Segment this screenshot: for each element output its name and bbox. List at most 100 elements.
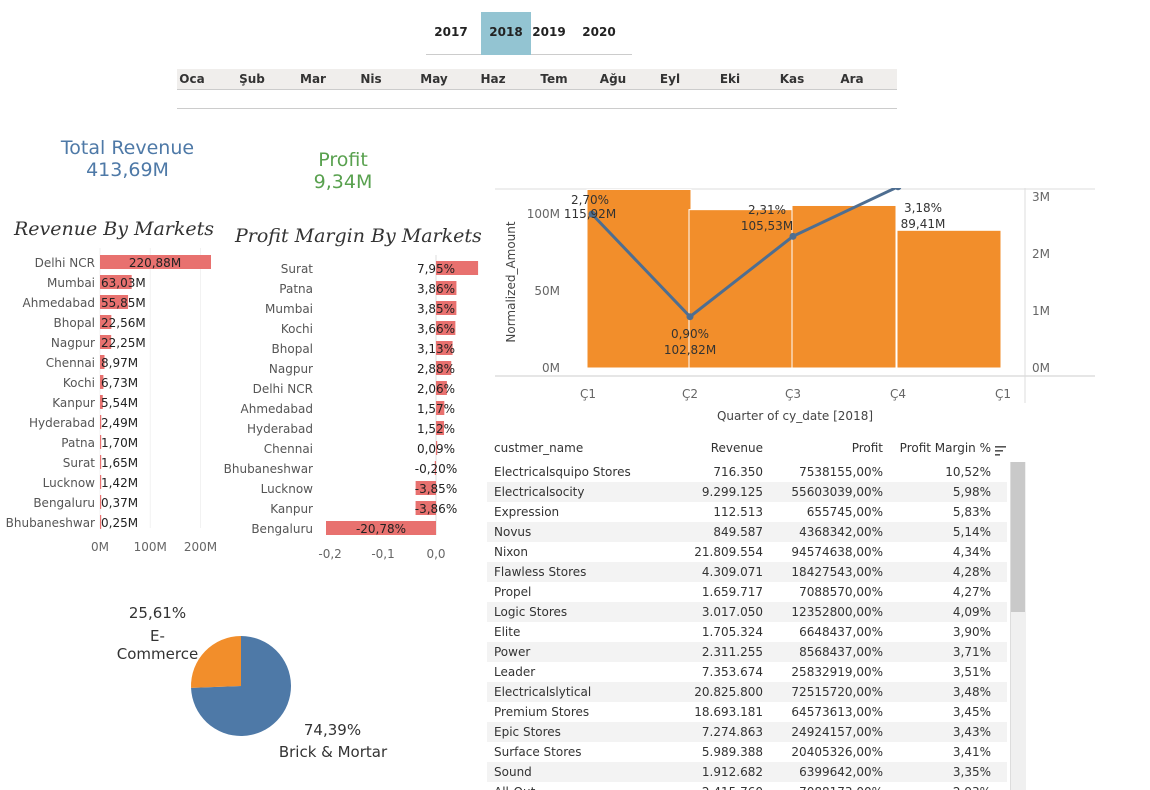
market-label: Chennai — [264, 442, 313, 456]
cell-profit: 7088570,00% — [799, 585, 883, 599]
month-item[interactable]: Tem — [524, 69, 584, 90]
value-label: 1,65M — [101, 456, 138, 470]
margin-label: 2,31% — [748, 203, 786, 217]
table-row[interactable]: Power 2.311.255 8568437,00% 3,71% — [487, 642, 1007, 662]
cell-revenue: 20.825.800 — [694, 685, 763, 699]
table-row[interactable]: Logic Stores 3.017.050 12352800,00% 4,09% — [487, 602, 1007, 622]
cell-profit-margin: 4,27% — [952, 585, 991, 599]
col-header-name[interactable]: custmer_name — [494, 441, 583, 455]
cell-profit: 7088173,00% — [799, 782, 883, 790]
cell-profit-margin: 3,45% — [952, 705, 991, 719]
cell-revenue: 5.989.388 — [701, 745, 763, 759]
col-header-profit[interactable]: Profit — [852, 441, 883, 455]
table-row[interactable]: Leader 7.353.674 25832919,00% 3,51% — [487, 662, 1007, 682]
kpi-value: 413,69M — [86, 159, 169, 181]
cell-customer-name: Propel — [494, 585, 532, 599]
value-label: 1,70M — [101, 436, 138, 450]
sort-icon[interactable] — [994, 444, 1007, 457]
market-label: Patna — [279, 282, 313, 296]
cell-customer-name: Electricalslytical — [494, 685, 592, 699]
value-label: -3,86% — [415, 502, 457, 516]
month-item[interactable]: Haz — [463, 69, 523, 90]
year-2019[interactable]: 2019 — [524, 12, 574, 55]
month-item[interactable]: Eyl — [640, 69, 700, 90]
market-label: Delhi NCR — [253, 382, 313, 396]
value-label: -0,20% — [415, 462, 457, 476]
x-tick-label: Ç2 — [682, 387, 698, 401]
table-row[interactable]: Propel 1.659.717 7088570,00% 4,27% — [487, 582, 1007, 602]
year-2020[interactable]: 2020 — [574, 12, 624, 55]
amount-label: 102,82M — [664, 343, 716, 357]
x-axis-title: Quarter of cy_date [2018] — [717, 409, 873, 423]
cell-customer-name: Logic Stores — [494, 605, 568, 619]
value-label: -20,78% — [356, 522, 406, 536]
market-label: Nagpur — [51, 336, 95, 350]
cell-revenue: 18.693.181 — [694, 705, 763, 719]
market-label: Lucknow — [261, 482, 314, 496]
channel-pie-chart — [191, 636, 291, 736]
y-tick-label: 0M — [542, 361, 560, 375]
kpi-value: 9,34M — [313, 171, 373, 193]
month-item[interactable]: Mar — [283, 69, 343, 90]
cell-profit-margin: 3,35% — [952, 765, 991, 779]
margin-label: 2,70% — [571, 193, 609, 207]
market-label: Bhubaneshwar — [6, 516, 95, 530]
value-label: 3,13% — [417, 342, 455, 356]
month-item[interactable]: Eki — [700, 69, 760, 90]
market-label: Ahmedabad — [241, 402, 313, 416]
tick-label: -0,2 — [318, 547, 341, 561]
table-row[interactable]: Nixon 21.809.554 94574638,00% 4,34% — [487, 542, 1007, 562]
table-row[interactable]: Electricalslytical 20.825.800 72515720,00%… — [487, 682, 1007, 702]
month-item[interactable]: Ara — [822, 69, 882, 90]
table-row[interactable]: Electricalsocity 9.299.125 55603039,00% 5,9… — [487, 482, 1007, 502]
margin-point — [686, 313, 694, 321]
cell-profit: 24924157,00% — [791, 725, 883, 739]
table-row[interactable]: Epic Stores 7.274.863 24924157,00% 3,43% — [487, 722, 1007, 742]
month-item[interactable]: Nis — [341, 69, 401, 90]
table-row[interactable]: All-Out 2.415.760 7088173,00% 2,93% — [487, 782, 1007, 790]
table-row[interactable]: Premium Stores 18.693.181 64573613,00% 3,45… — [487, 702, 1007, 722]
market-label: Hyderabad — [29, 416, 95, 430]
table-row[interactable]: Elite 1.705.324 6648437,00% 3,90% — [487, 622, 1007, 642]
month-item[interactable]: Ağu — [583, 69, 643, 90]
kpi-label: Total Revenue — [60, 137, 195, 159]
cell-customer-name: Novus — [494, 525, 532, 539]
y2-tick-label: 0M — [1032, 361, 1050, 375]
y2-tick-label: 3M — [1032, 190, 1050, 204]
table-row[interactable]: Expression 112.513 655745,00% 5,83% — [487, 502, 1007, 522]
month-item[interactable]: Oca — [162, 69, 222, 90]
value-label: 8,97M — [101, 356, 138, 370]
cell-profit: 55603039,00% — [791, 485, 883, 499]
scrollbar-thumb[interactable] — [1011, 462, 1025, 612]
market-label: Kochi — [63, 376, 95, 390]
cell-profit: 655745,00% — [806, 505, 883, 519]
table-row[interactable]: Sound 1.912.682 6399642,00% 3,35% — [487, 762, 1007, 782]
market-label: Mumbai — [47, 276, 95, 290]
market-label: Surat — [63, 456, 96, 470]
quarter-bar — [896, 229, 1002, 369]
table-row[interactable]: Flawless Stores 4.309.071 18427543,00% 4,28… — [487, 562, 1007, 582]
cell-profit-margin: 3,41% — [952, 745, 991, 759]
cell-profit-margin: 3,48% — [952, 685, 991, 699]
cell-profit-margin: 4,28% — [952, 565, 991, 579]
table-row[interactable]: Surface Stores 5.989.388 20405326,00% 3,41% — [487, 742, 1007, 762]
month-item[interactable]: May — [404, 69, 464, 90]
x-tick-label: Ç1 — [995, 387, 1011, 401]
col-header-margin[interactable]: Profit Margin % — [900, 441, 991, 455]
month-item[interactable]: Kas — [762, 69, 822, 90]
value-label: 5,54M — [101, 396, 138, 410]
cell-customer-name: Expression — [494, 505, 560, 519]
col-header-revenue[interactable]: Revenue — [711, 441, 763, 455]
table-row[interactable]: Electricalsquipo Stores 716.350 7538155,00… — [487, 462, 1007, 482]
market-label: Kochi — [281, 322, 313, 336]
cell-profit-margin: 3,71% — [952, 645, 991, 659]
table-row[interactable]: Novus 849.587 4368342,00% 5,14% — [487, 522, 1007, 542]
year-2017[interactable]: 2017 — [426, 12, 476, 55]
market-label: Bengaluru — [251, 522, 313, 536]
cell-profit: 6648437,00% — [799, 625, 883, 639]
cell-customer-name: Premium Stores — [494, 705, 590, 719]
cell-profit: 18427543,00% — [791, 565, 883, 579]
month-item[interactable]: Şub — [222, 69, 282, 90]
market-label: Mumbai — [265, 302, 313, 316]
value-label: 0,37M — [101, 496, 138, 510]
